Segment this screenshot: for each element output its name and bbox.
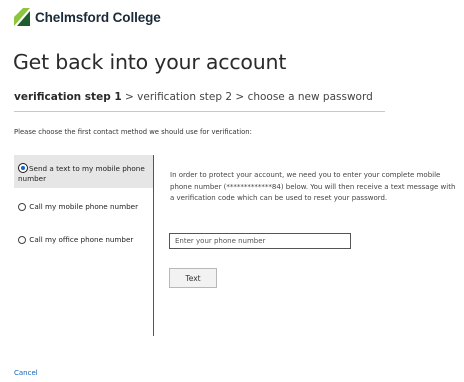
radio-icon[interactable] xyxy=(18,236,26,244)
radio-selected-icon[interactable] xyxy=(18,163,28,173)
option-text-mobile[interactable]: Send a text to my mobile phone number xyxy=(14,155,153,188)
breadcrumb-separator: > xyxy=(232,91,248,103)
radio-icon[interactable] xyxy=(18,203,26,211)
instruction-text: Please choose the first contact method w… xyxy=(14,128,252,136)
option-label: Call my office phone number xyxy=(29,235,134,244)
option-label-continued: number xyxy=(18,174,47,183)
phone-number-input[interactable] xyxy=(169,233,351,249)
college-logo: Chelmsford College xyxy=(14,6,161,28)
send-text-button[interactable]: Text xyxy=(169,268,217,288)
cancel-link[interactable]: Cancel xyxy=(14,369,38,377)
breadcrumb-separator: > xyxy=(121,91,138,103)
breadcrumb-step-3: choose a new password xyxy=(247,91,373,103)
breadcrumb-step-2: verification step 2 xyxy=(137,91,233,103)
option-call-office[interactable]: Call my office phone number xyxy=(14,235,153,245)
option-label: Call my mobile phone number xyxy=(29,202,139,211)
password-reset-page: Chelmsford College Get back into your ac… xyxy=(0,0,464,382)
vertical-divider xyxy=(153,155,154,336)
breadcrumb-divider xyxy=(14,111,385,112)
college-logo-icon xyxy=(14,8,30,26)
verification-description: In order to protect your account, we nee… xyxy=(170,171,456,202)
college-name: Chelmsford College xyxy=(35,9,161,25)
breadcrumb: verification step 1 > verification step … xyxy=(14,91,373,103)
contact-method-options: Send a text to my mobile phone number Ca… xyxy=(14,155,153,336)
option-call-mobile[interactable]: Call my mobile phone number xyxy=(14,202,153,212)
breadcrumb-step-1: verification step 1 xyxy=(14,91,122,103)
page-title: Get back into your account xyxy=(13,50,287,74)
option-label: Send a text to my mobile phone xyxy=(29,164,145,173)
